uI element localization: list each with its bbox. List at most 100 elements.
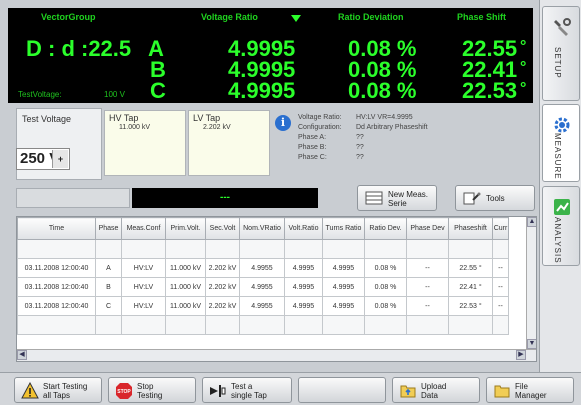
horizontal-scrollbar[interactable]: ◀ ▶: [17, 349, 536, 361]
cell-sec-volt: 2.202 kV: [205, 277, 240, 297]
tab-setup-label: SETUP: [553, 47, 562, 79]
upload-data-button[interactable]: Upload Data: [392, 377, 480, 403]
status-field: [16, 188, 130, 208]
vertical-scrollbar[interactable]: ▲ ▼: [526, 217, 536, 349]
new-meas-line2: Serie: [388, 199, 407, 208]
col-header-sec-volt[interactable]: Sec.Volt: [205, 217, 240, 240]
table-row[interactable]: 03.11.2008 12:00:40 A HV:LV 11.000 kV 2.…: [17, 258, 509, 278]
file-line2: Manager: [515, 391, 547, 400]
col-header-phaseshift[interactable]: Phaseshift: [448, 217, 493, 240]
scroll-up-icon[interactable]: ▲: [527, 217, 536, 227]
file-line1: File: [515, 382, 528, 391]
tab-analysis-label: ANALYSIS: [553, 217, 562, 264]
col-header-nom-vratio[interactable]: Nom.VRatio: [239, 217, 285, 240]
col-header-turns-ratio[interactable]: Turns Ratio: [322, 217, 365, 240]
cell-time: 03.11.2008 12:00:40: [17, 277, 96, 297]
col-header-meas-conf[interactable]: Meas.Conf: [121, 217, 166, 240]
stop-line2: Testing: [137, 391, 163, 400]
info-value-configuration: Dd Arbitrary Phaseshift: [356, 124, 428, 131]
cell-phase: A: [95, 258, 122, 278]
lv-tap-box[interactable]: LV Tap 2.202 kV: [188, 110, 270, 176]
side-tab-bar: SETUP MEASURE ANALYSIS: [539, 0, 581, 372]
info-key-voltage-ratio: Voltage Ratio:: [298, 114, 342, 121]
scroll-down-icon[interactable]: ▼: [527, 339, 536, 349]
header-vector-group: VectorGroup: [41, 12, 96, 22]
new-meas-line1: New Meas.: [388, 190, 429, 199]
stop-line1: Stop: [137, 382, 154, 391]
results-grid: Time Phase Meas.Conf Prim.Volt. Sec.Volt…: [17, 217, 509, 335]
col-header-curr[interactable]: Curr: [492, 217, 509, 240]
hv-tap-box[interactable]: HV Tap 11.000 kV: [104, 110, 186, 176]
cell-nom-vratio: 4.9955: [239, 277, 285, 297]
new-meas-serie-button[interactable]: New Meas. Serie: [357, 185, 437, 211]
single-line1: Test a: [231, 382, 253, 391]
cell-time: 03.11.2008 12:00:40: [17, 258, 96, 278]
test-single-tap-button[interactable]: Test a single Tap: [202, 377, 292, 403]
scroll-left-icon[interactable]: ◀: [17, 350, 27, 360]
cell-meas-conf: HV:LV: [121, 296, 166, 316]
hv-tap-value: 11.000 kV: [119, 124, 151, 131]
cell-meas-conf: HV:LV: [121, 277, 166, 297]
degree-symbol-c: °: [520, 80, 527, 97]
stop-icon-text: STOP: [117, 389, 131, 395]
test-voltage-readout: 100 V: [104, 90, 125, 99]
gear-icon: [554, 117, 570, 133]
col-header-prim-volt[interactable]: Prim.Volt.: [165, 217, 206, 240]
tab-analysis[interactable]: ANALYSIS: [542, 186, 580, 266]
info-key-phase-b: Phase B:: [298, 144, 327, 151]
warning-icon: [21, 382, 39, 399]
table-row[interactable]: 03.11.2008 12:00:40 C HV:LV 11.000 kV 2.…: [17, 296, 509, 316]
cell-phase-dev: --: [406, 277, 449, 297]
stop-testing-button[interactable]: STOP Stop Testing: [108, 377, 196, 403]
col-header-ratio-dev[interactable]: Ratio Dev.: [364, 217, 407, 240]
info-key-phase-a: Phase A:: [298, 134, 327, 141]
voltage-ratio-c: 4.9995: [228, 78, 296, 103]
start-line2: all Taps: [43, 391, 70, 400]
new-meas-serie-label: New Meas. Serie: [388, 190, 428, 208]
upload-line2: Data: [421, 391, 438, 400]
test-voltage-caption: TestVoltage:: [18, 90, 62, 99]
scroll-right-icon[interactable]: ▶: [516, 350, 526, 360]
header-voltage-ratio: Voltage Ratio: [201, 12, 258, 22]
header-phase-shift: Phase Shift: [457, 12, 507, 22]
info-value-voltage-ratio: HV:LV VR=4.9995: [356, 114, 413, 121]
cell-volt-ratio: 4.9995: [284, 277, 323, 297]
col-header-phase[interactable]: Phase: [95, 217, 122, 240]
table-row[interactable]: 03.11.2008 12:00:40 B HV:LV 11.000 kV 2.…: [17, 277, 509, 297]
cell-nom-vratio: 4.9955: [239, 296, 285, 316]
table-row-empty[interactable]: [17, 315, 509, 335]
table-row-empty[interactable]: [17, 239, 509, 259]
info-value-phase-a: ??: [356, 134, 364, 141]
dropdown-arrow-icon[interactable]: +: [52, 150, 68, 168]
tools-icon: [554, 18, 571, 36]
lv-tap-label: LV Tap: [193, 113, 221, 123]
start-testing-label: Start Testing all Taps: [43, 382, 87, 400]
col-header-time[interactable]: Time: [17, 217, 96, 240]
degree-symbol-b: °: [520, 59, 527, 76]
upload-line1: Upload: [421, 382, 447, 391]
start-line1: Start Testing: [43, 382, 88, 391]
cell-phase: B: [95, 277, 122, 297]
empty-toolbar-button[interactable]: [298, 377, 386, 403]
tab-measure-label: MEASURE: [553, 133, 562, 180]
sort-arrow-icon[interactable]: [291, 15, 301, 22]
cell-phase-dev: --: [406, 296, 449, 316]
test-voltage-select[interactable]: 250 V +: [16, 148, 70, 170]
results-table[interactable]: Time Phase Meas.Conf Prim.Volt. Sec.Volt…: [16, 216, 537, 362]
tab-setup[interactable]: SETUP: [542, 6, 580, 101]
cell-phase: C: [95, 296, 122, 316]
tools-button[interactable]: Tools: [455, 185, 535, 211]
tab-measure[interactable]: MEASURE: [542, 104, 580, 182]
bottom-toolbar: Start Testing all Taps STOP Stop Testing…: [0, 372, 581, 405]
cell-curr: --: [492, 296, 509, 316]
file-manager-button[interactable]: File Manager: [486, 377, 574, 403]
app-screen: VectorGroup Voltage Ratio Ratio Deviatio…: [0, 0, 581, 405]
stop-testing-label: Stop Testing: [137, 382, 162, 400]
col-header-phase-dev[interactable]: Phase Dev: [406, 217, 449, 240]
col-header-volt-ratio[interactable]: Volt.Ratio: [284, 217, 323, 240]
hv-tap-label: HV Tap: [109, 113, 139, 123]
degree-symbol-a: °: [520, 38, 527, 55]
start-testing-button[interactable]: Start Testing all Taps: [14, 377, 102, 403]
lv-tap-value: 2.202 kV: [203, 124, 231, 131]
single-line2: single Tap: [231, 391, 267, 400]
